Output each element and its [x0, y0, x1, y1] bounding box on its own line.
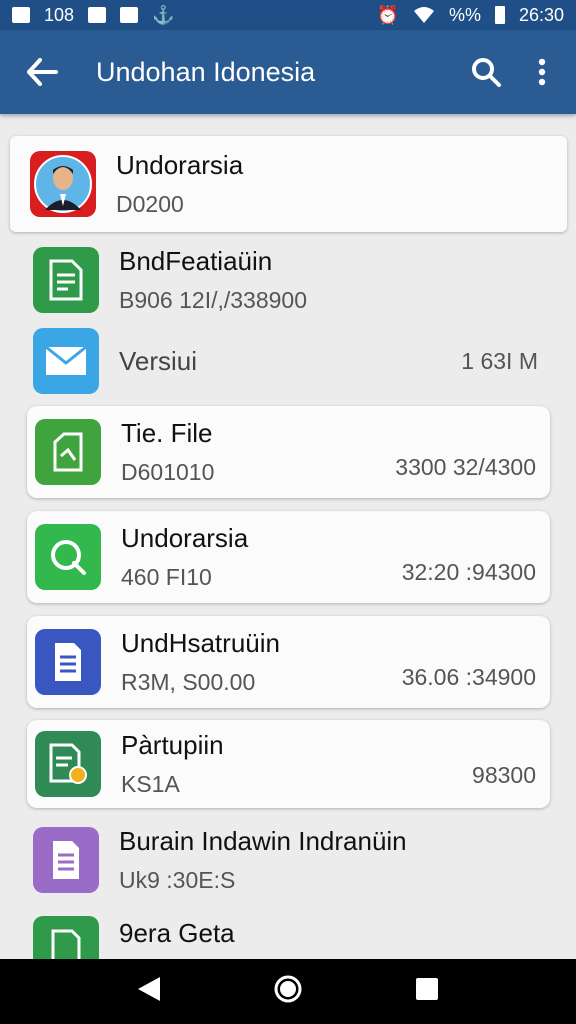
avatar-icon	[30, 151, 96, 217]
item-size: 98300	[472, 762, 536, 788]
circle-home-icon	[274, 975, 302, 1003]
alarm-icon: ⏰	[376, 4, 399, 25]
list-item[interactable]: 9era Geta	[0, 916, 576, 959]
anchor-icon: ⚓	[152, 4, 175, 25]
item-name: Tie. File	[121, 418, 213, 448]
item-size: 36.06 :34900	[401, 664, 536, 690]
photo-icon	[12, 7, 30, 23]
item-size: 3300 32/4300	[395, 454, 536, 480]
status-bar: 108 ⚓ ⏰ %% 26:30	[0, 0, 576, 30]
battery-percent: %%	[448, 4, 481, 25]
triangle-back-icon	[137, 977, 160, 1001]
item-detail: R3M, S00.00	[121, 669, 256, 695]
spreadsheet-icon	[33, 247, 99, 313]
item-detail: B906 12I/,/338900	[119, 287, 307, 313]
image-icon	[88, 7, 107, 23]
item-detail: D601010	[121, 459, 215, 485]
gallery-icon	[120, 7, 139, 23]
list-item[interactable]: Undorarsia 460 FI10 32:20 :94300	[27, 511, 550, 603]
item-name: Pàrtupiin	[121, 730, 224, 760]
list-item[interactable]: Undorarsia D0200	[10, 136, 567, 232]
more-vert-icon	[538, 58, 546, 86]
status-left-text: 108	[44, 4, 75, 25]
item-name: Undorarsia	[121, 523, 249, 553]
file-icon	[35, 419, 101, 485]
page-title: Undohan Idonesia	[96, 56, 316, 87]
app-bar: Undohan Idonesia	[0, 30, 576, 114]
item-detail: KS1A	[121, 771, 180, 797]
search-doc-icon	[35, 524, 101, 590]
clock: 26:30	[518, 4, 564, 25]
overflow-menu-button[interactable]	[522, 52, 562, 92]
item-detail: Uk9 :30E:S	[119, 867, 236, 893]
search-button[interactable]	[466, 52, 506, 92]
item-detail: D0200	[116, 191, 184, 217]
item-size: 32:20 :94300	[401, 559, 536, 585]
square-recents-icon	[416, 978, 439, 1000]
system-nav-bar	[0, 959, 576, 1024]
list-item[interactable]: UndHsatruüin R3M, S00.00 36.06 :34900	[27, 616, 550, 708]
item-name: Burain Indawin Indranüin	[119, 826, 407, 856]
item-name: BndFeatiaüin	[119, 246, 273, 276]
nav-back-button[interactable]	[136, 975, 162, 1008]
arrow-left-icon	[27, 58, 58, 86]
wifi-icon	[413, 7, 434, 23]
nav-recents-button[interactable]	[414, 976, 440, 1007]
item-detail: 460 FI10	[121, 564, 212, 590]
item-size: 1 63I M	[461, 347, 538, 374]
item-name: UndHsatruüin	[121, 628, 280, 658]
search-icon	[472, 58, 501, 87]
back-button[interactable]	[22, 52, 62, 92]
battery-icon	[494, 6, 505, 24]
sheet-icon	[33, 916, 99, 959]
nav-home-button[interactable]	[273, 974, 303, 1009]
item-name: Versiui	[119, 345, 198, 376]
list-item[interactable]: Pàrtupiin KS1A 98300	[27, 720, 550, 808]
file-list: Undorarsia D0200 BndFeatiaüin B906 12I/,…	[0, 114, 576, 959]
list-item[interactable]: BndFeatiaüin B906 12I/,/338900	[0, 244, 576, 316]
list-item[interactable]: Tie. File D601010 3300 32/4300	[27, 406, 550, 498]
item-name: 9era Geta	[119, 918, 235, 948]
notes-icon	[33, 827, 99, 893]
mail-icon	[33, 328, 99, 394]
list-item[interactable]: Versiui 1 63I M	[0, 328, 576, 394]
doc-badge-icon	[35, 731, 101, 797]
item-name: Undorarsia	[116, 150, 244, 180]
document-icon	[35, 629, 101, 695]
list-item[interactable]: Burain Indawin Indranüin Uk9 :30E:S	[0, 820, 576, 900]
